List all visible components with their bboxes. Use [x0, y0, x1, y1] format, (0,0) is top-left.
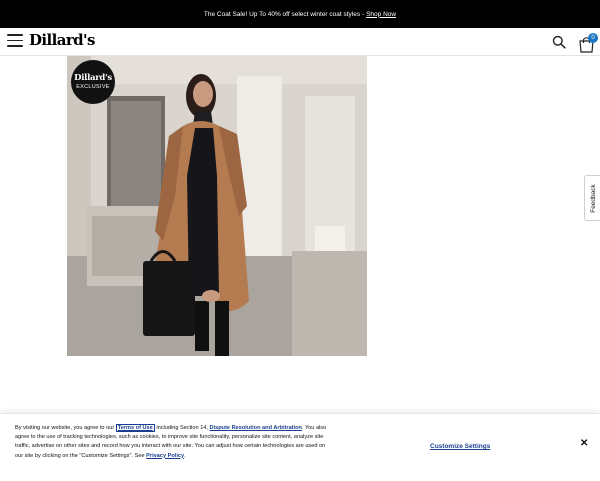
menu-icon[interactable]	[7, 34, 23, 47]
cart-count-badge: 0	[588, 33, 598, 43]
consent-text-4: .	[184, 452, 186, 459]
promo-text: The Coat Sale! Up To 40% off select wint…	[203, 10, 365, 18]
terms-of-use-link[interactable]: Terms of Use	[115, 424, 155, 432]
dillards-exclusive-badge: Dillard's EXCLUSIVE	[71, 60, 115, 104]
customize-settings-button[interactable]: Customize Settings	[430, 443, 490, 450]
badge-brand: Dillard's	[74, 73, 112, 83]
consent-text-2: including Section 14,	[156, 425, 208, 431]
promo-banner: The Coat Sale! Up To 40% off select wint…	[0, 0, 600, 28]
badge-label: EXCLUSIVE	[76, 83, 110, 90]
cookie-consent-banner: By visiting our website, you agree to ou…	[0, 413, 600, 481]
hero-photo	[67, 56, 367, 356]
feedback-label: Feedback	[589, 183, 597, 213]
consent-text-1: By visiting our website, you agree to ou…	[15, 425, 115, 431]
site-header: Dillard's 0	[0, 28, 600, 56]
search-icon[interactable]	[552, 35, 566, 49]
shopping-bag-icon[interactable]: 0	[578, 33, 598, 53]
close-icon[interactable]: ✕	[580, 438, 588, 449]
shop-now-link[interactable]: Shop Now	[366, 11, 396, 18]
consent-text: By visiting our website, you agree to ou…	[15, 424, 327, 461]
dillards-logo[interactable]: Dillard's	[29, 31, 95, 49]
hero-image[interactable]	[67, 56, 367, 356]
privacy-policy-link[interactable]: Privacy Policy	[146, 453, 184, 459]
feedback-tab[interactable]: Feedback	[584, 175, 600, 221]
dispute-resolution-link[interactable]: Dispute Resolution and Arbitration	[210, 425, 302, 431]
